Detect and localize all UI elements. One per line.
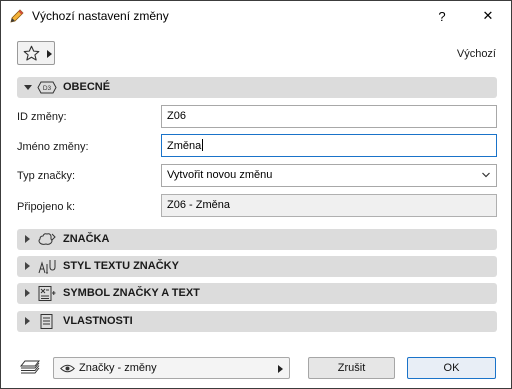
marker-type-select[interactable]: Vytvořit novou změnu: [161, 164, 497, 187]
chevron-right-icon: [25, 235, 30, 243]
title-bar: Výchozí nastavení změny ? ✕: [1, 1, 511, 31]
attached-to-field: Z06 - Změna: [161, 194, 497, 217]
section-symbol-text-header[interactable]: SYMBOL ZNAČKY A TEXT: [17, 283, 497, 304]
favorites-button[interactable]: [17, 41, 55, 65]
star-icon: [23, 45, 40, 61]
attached-to-value: Z06 - Změna: [167, 199, 230, 211]
chevron-right-icon: [25, 289, 30, 297]
text-style-icon: [38, 260, 56, 274]
document-icon: [40, 314, 53, 329]
section-properties-label: VLASTNOSTI: [63, 315, 133, 327]
close-button[interactable]: ✕: [465, 1, 511, 31]
svg-text:D3: D3: [43, 85, 52, 92]
change-name-value: Změna: [167, 140, 202, 152]
chevron-down-icon: [482, 172, 490, 178]
chevron-right-icon: [278, 365, 283, 373]
chevron-right-icon: [25, 262, 30, 270]
section-symbol-text-label: SYMBOL ZNAČKY A TEXT: [63, 287, 200, 299]
cancel-button[interactable]: Zrušit: [308, 357, 395, 379]
window-title: Výchozí nastavení změny: [32, 9, 169, 23]
change-id-value: Z06: [167, 110, 186, 122]
section-general-label: OBECNÉ: [63, 81, 111, 93]
chevron-right-icon: [47, 50, 52, 58]
marker-type-label: Typ značky:: [17, 170, 76, 182]
app-icon: [10, 9, 24, 23]
section-marker-label: ZNAČKA: [63, 233, 110, 245]
close-icon: ✕: [482, 8, 494, 23]
attached-to-label: Připojeno k:: [17, 201, 76, 213]
symbol-text-icon: [38, 286, 56, 301]
chevron-down-icon: [24, 85, 32, 90]
help-button[interactable]: ?: [419, 1, 465, 31]
marker-d3-icon: D3: [37, 81, 57, 94]
section-text-style-header[interactable]: STYL TEXTU ZNAČKY: [17, 256, 497, 277]
layer-select-value: Značky - změny: [79, 362, 157, 374]
layer-icon: [19, 360, 41, 374]
section-general-header[interactable]: D3 OBECNÉ: [17, 77, 497, 98]
change-id-field[interactable]: Z06: [161, 105, 497, 128]
cloud-marker-icon: [38, 233, 56, 245]
dialog-content: Výchozí D3 OBECNÉ ID změny: Z06 Jméno zm…: [1, 31, 511, 388]
section-properties-header[interactable]: VLASTNOSTI: [17, 311, 497, 332]
layer-select[interactable]: Značky - změny: [53, 357, 290, 379]
eye-icon: [60, 364, 75, 373]
change-name-field[interactable]: Změna: [161, 134, 497, 157]
ok-button[interactable]: OK: [407, 357, 496, 379]
dialog-window: Výchozí nastavení změny ? ✕ Výchozí D3 O…: [0, 0, 512, 389]
preset-label: Výchozí: [456, 48, 496, 60]
section-marker-header[interactable]: ZNAČKA: [17, 229, 497, 250]
marker-type-value: Vytvořit novou změnu: [167, 169, 273, 181]
help-label: ?: [438, 8, 446, 24]
section-text-style-label: STYL TEXTU ZNAČKY: [63, 260, 179, 272]
text-caret: [202, 139, 204, 151]
change-name-label: Jméno změny:: [17, 141, 89, 153]
change-id-label: ID změny:: [17, 111, 67, 123]
chevron-right-icon: [25, 317, 30, 325]
